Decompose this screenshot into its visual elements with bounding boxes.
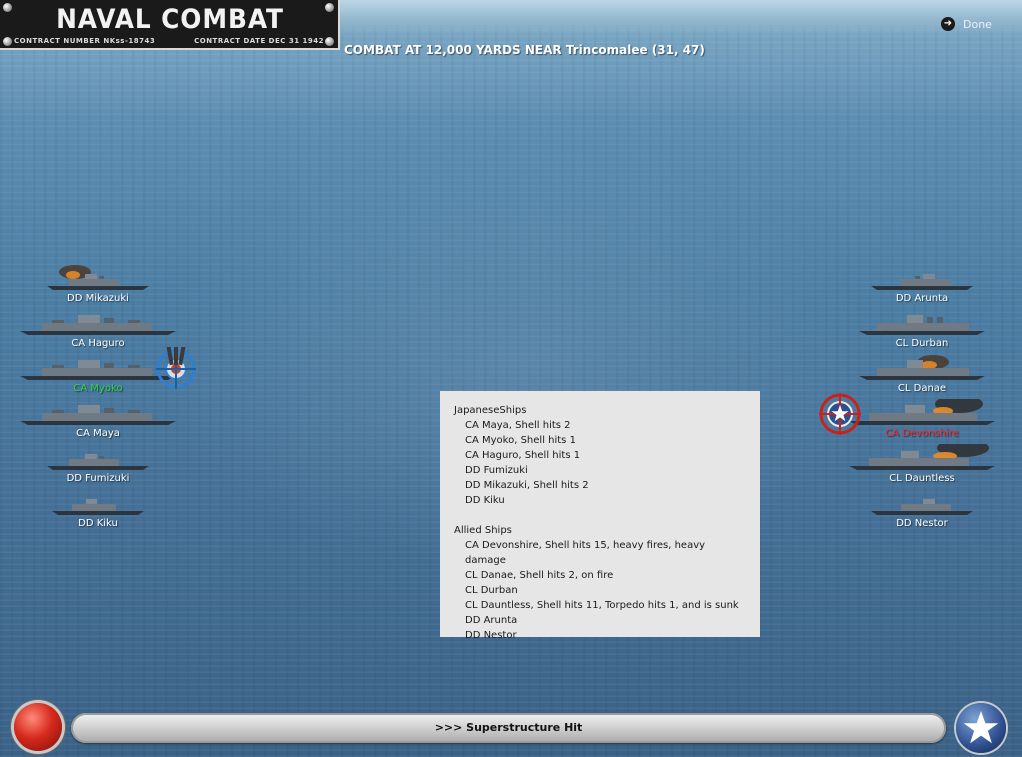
- crosshair-icon: [156, 344, 196, 389]
- japanese-ship-haguro[interactable]: CA Haguro: [8, 309, 188, 349]
- bolt-icon: [325, 37, 334, 46]
- ship-label: DD Kiku: [78, 518, 118, 529]
- japanese-ship-maya[interactable]: CA Maya: [8, 399, 188, 439]
- allied-ships-header: Allied Ships: [454, 525, 512, 536]
- japanese-ship-fumizuki[interactable]: DD Fumizuki: [8, 444, 188, 484]
- target-reticle: [818, 392, 862, 436]
- report-line: CA Myoko, Shell hits 1: [465, 435, 576, 446]
- report-line: CA Maya, Shell hits 2: [465, 420, 571, 431]
- cruiser-silhouette-icon: [849, 444, 995, 470]
- allied-ship-nestor[interactable]: DD Nestor: [832, 489, 1012, 529]
- combat-location-title: COMBAT AT 12,000 YARDS NEAR Trincomalee …: [344, 43, 705, 57]
- contract-number: CONTRACT NUMBER NKss-18743: [14, 37, 156, 45]
- ship-label: DD Nestor: [896, 518, 948, 529]
- report-line: DD Arunta: [465, 615, 518, 626]
- japanese-ships-header: JapaneseShips: [454, 405, 527, 416]
- cruiser-silhouette-icon: [20, 405, 176, 425]
- ship-label: CL Dauntless: [889, 473, 955, 484]
- arrow-right-icon: ➜: [941, 17, 955, 31]
- destroyer-silhouette-icon: [871, 274, 973, 290]
- combat-report-panel: JapaneseShips CA Maya, Shell hits 2 CA M…: [440, 391, 760, 641]
- firing-turret-reticle: [154, 344, 198, 391]
- ship-label: DD Mikazuki: [67, 293, 129, 304]
- report-line: DD Nestor: [465, 630, 517, 641]
- report-line: CA Haguro, Shell hits 1: [465, 450, 581, 461]
- done-button[interactable]: ➜ Done: [941, 17, 992, 31]
- report-line: DD Fumizuki: [465, 465, 528, 476]
- title-plate: NAVAL COMBAT CONTRACT NUMBER NKss-18743 …: [0, 0, 340, 50]
- report-line: CA Devonshire, Shell hits 15, heavy fire…: [465, 540, 706, 566]
- bolt-icon: [3, 37, 12, 46]
- contract-date: CONTRACT DATE DEC 31 1942: [194, 37, 324, 45]
- crosshair-icon: [819, 393, 861, 435]
- destroyer-silhouette-icon: [47, 265, 149, 290]
- report-line: CL Durban: [465, 585, 518, 596]
- cruiser-silhouette-icon: [859, 355, 985, 380]
- page-title: NAVAL COMBAT: [56, 4, 284, 35]
- destroyer-silhouette-icon: [52, 499, 144, 515]
- cruiser-silhouette-icon: [859, 315, 985, 335]
- allied-ship-arunta[interactable]: DD Arunta: [832, 264, 1012, 304]
- ship-label: CA Maya: [76, 428, 120, 439]
- destroyer-silhouette-icon: [871, 499, 973, 515]
- status-message: >>> Superstructure Hit: [434, 721, 583, 734]
- star-icon: [963, 711, 999, 744]
- allied-ship-danae[interactable]: CL Danae: [832, 354, 1012, 394]
- ship-label: CL Durban: [895, 338, 949, 349]
- japanese-ship-mikazuki[interactable]: DD Mikazuki: [8, 264, 188, 304]
- report-line: DD Kiku: [465, 495, 505, 506]
- cruiser-silhouette-icon: [20, 315, 176, 335]
- report-line: CL Dauntless, Shell hits 11, Torpedo hit…: [465, 600, 739, 611]
- cruiser-silhouette-icon: [849, 399, 995, 425]
- bolt-icon: [3, 3, 12, 12]
- done-label: Done: [963, 17, 992, 31]
- ship-label: DD Fumizuki: [66, 473, 130, 484]
- contract-line: CONTRACT NUMBER NKss-18743 CONTRACT DATE…: [14, 37, 324, 45]
- ship-label: DD Arunta: [895, 293, 949, 304]
- report-line: CL Danae, Shell hits 2, on fire: [465, 570, 614, 581]
- destroyer-silhouette-icon: [47, 454, 149, 470]
- status-message-bar: >>> Superstructure Hit: [71, 713, 946, 743]
- report-line: DD Mikazuki, Shell hits 2: [465, 480, 589, 491]
- allied-side-button[interactable]: [956, 703, 1006, 753]
- japanese-ship-kiku[interactable]: DD Kiku: [8, 489, 188, 529]
- allied-ship-dauntless[interactable]: CL Dauntless: [832, 444, 1012, 484]
- japanese-side-button[interactable]: [14, 703, 62, 751]
- allied-ship-durban[interactable]: CL Durban: [832, 309, 1012, 349]
